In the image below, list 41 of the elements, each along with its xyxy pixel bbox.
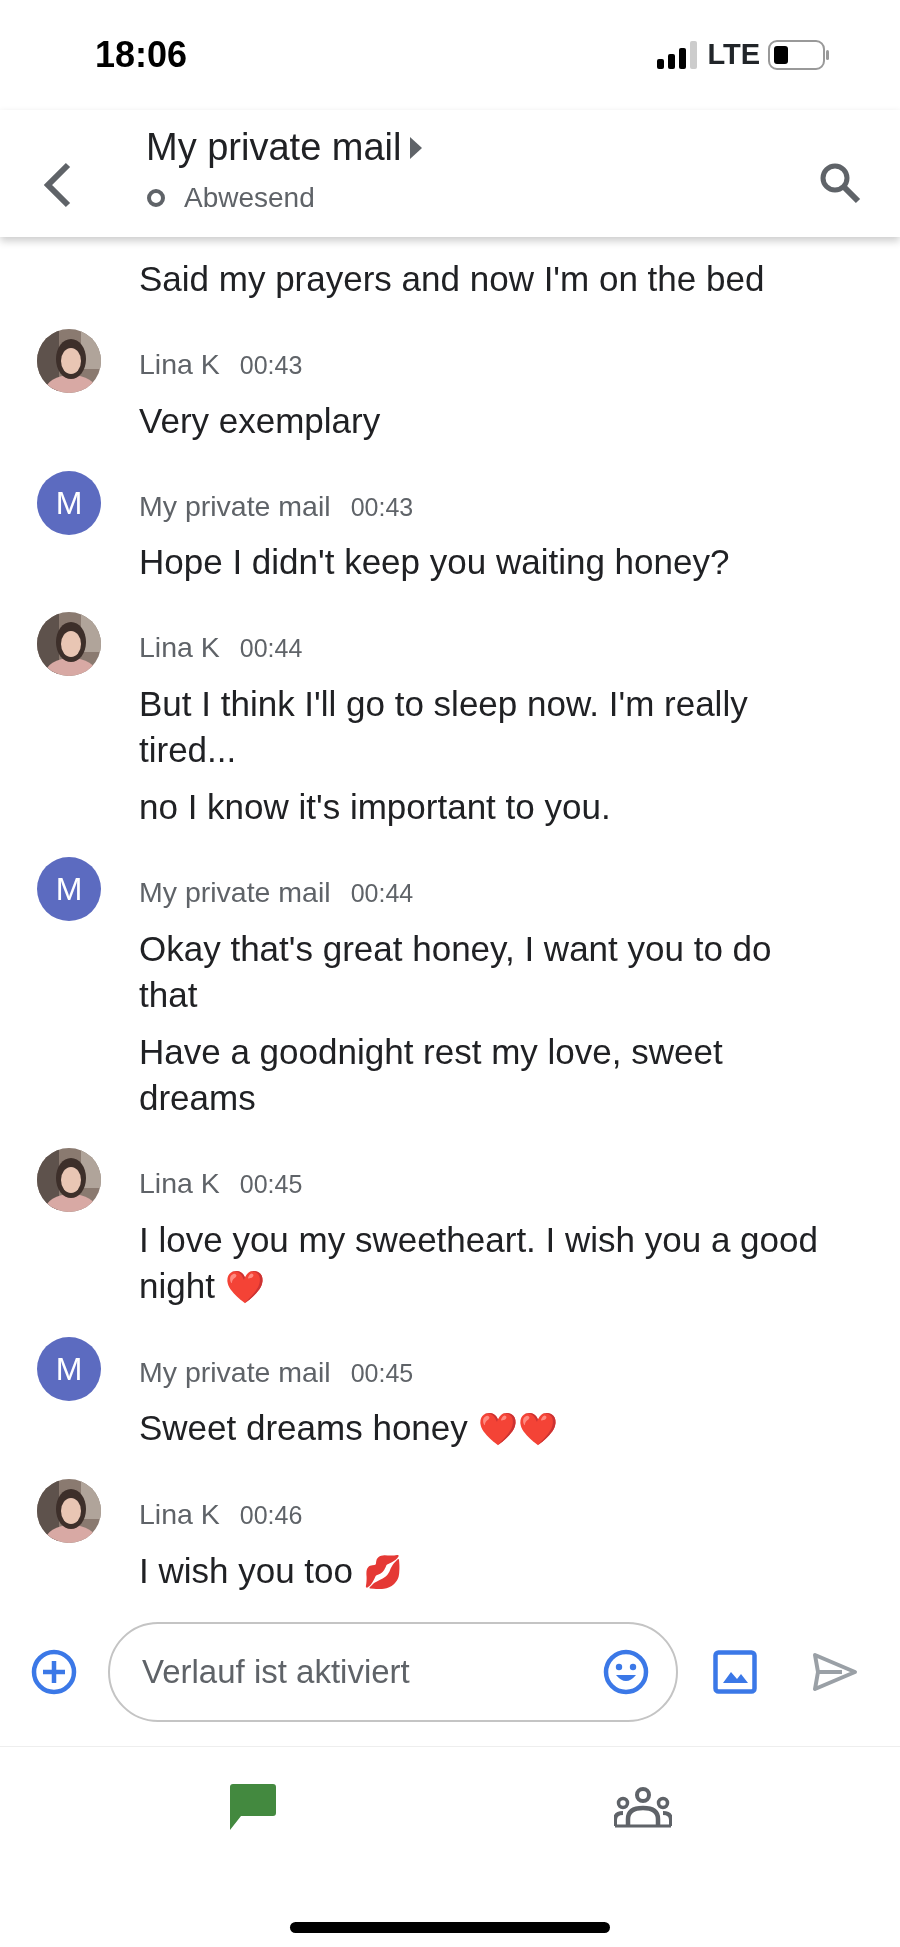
emoji-icon[interactable] [602,1647,650,1696]
message-time: 00:43 [239,349,303,381]
sender-name: Lina K [139,1165,220,1201]
signal-icon [657,41,700,69]
message-input[interactable]: Verlauf ist aktiviert [108,1621,678,1722]
status-icon [146,187,166,208]
search-icon[interactable] [818,161,862,205]
sender-name: Lina K [139,1497,220,1533]
message-text: Have a goodnight rest my love, sweet dreams [139,1030,724,1119]
message-text: I wish you too 💋 [139,1550,403,1592]
message-text: Said my prayers and now I'm on the bed [139,257,765,300]
avatar: M [37,857,101,921]
caret-icon[interactable] [409,136,422,159]
message-time: 00:45 [350,1357,414,1389]
message-text: Okay that's great honey, I want you to do that [139,927,773,1016]
sender-name: My private mail [139,875,331,910]
add-icon[interactable] [30,1647,78,1696]
message-text: But I think I'll go to sleep now. I'm really tired... [139,683,749,771]
message-text: Hope I didn't keep you waiting honey? [139,541,730,584]
message-text: Very exemplary [139,399,381,442]
sender-name: My private mail [139,1354,331,1390]
avatar: M [37,470,101,535]
message-time: 00:44 [350,878,414,909]
message-time: 00:46 [239,1500,303,1532]
avatar: M [37,1336,101,1401]
message-time: 00:44 [239,633,303,665]
message-time: 00:43 [350,491,414,523]
send-icon[interactable] [812,1651,858,1692]
sender-name: Lina K [139,630,220,666]
battery-icon [768,40,830,70]
message-text: Sweet dreams honey ❤❤ [139,1407,558,1450]
image-icon[interactable] [713,1649,757,1694]
presence-status: Abwesend [184,180,315,215]
status-time: 18:06 [95,33,188,77]
chat-title[interactable]: My private mail [146,125,402,171]
message-time: 00:45 [239,1168,303,1200]
message-text: no I know it's important to you. [139,786,612,828]
sender-name: My private mail [139,488,331,524]
message-text: I love you my sweetheart. I wish you a good night ❤ [139,1218,819,1307]
network-label: LTE [707,37,760,73]
sender-name: Lina K [139,346,220,382]
